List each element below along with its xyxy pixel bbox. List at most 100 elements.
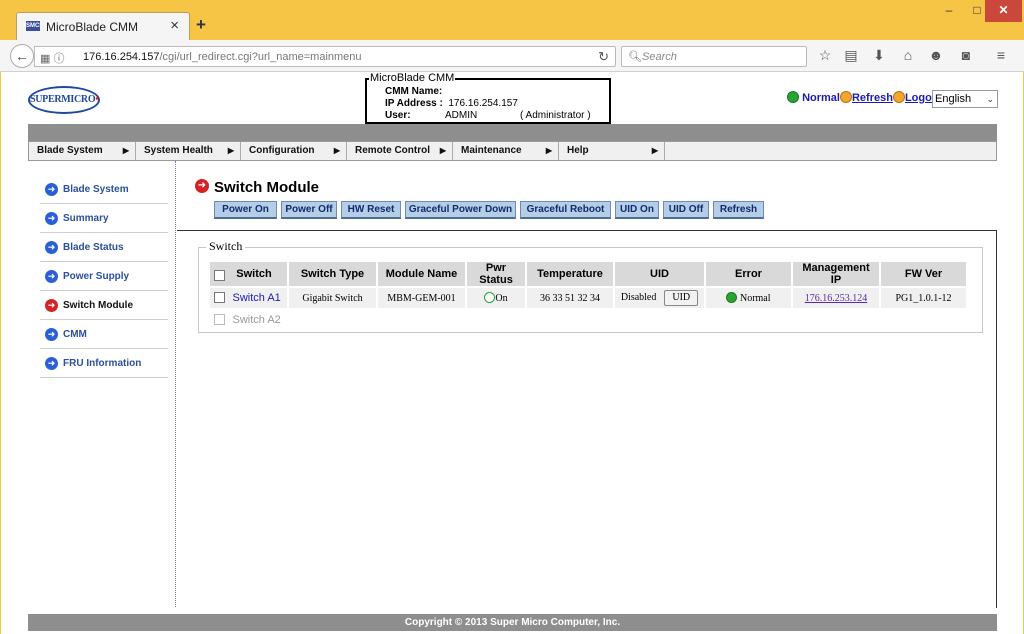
search-icon: 🔍︎ — [628, 51, 642, 63]
empty-cells — [289, 310, 966, 330]
power-on-button[interactable]: Power On — [214, 201, 277, 219]
header-management-ip: Management IP — [793, 262, 879, 286]
arrow-right-circle-icon: ➜ — [45, 270, 58, 283]
logout-icon[interactable] — [892, 91, 905, 103]
menu-help[interactable]: Help ▶ — [559, 142, 665, 160]
cell-management-ip: 176.16.253.124 — [793, 288, 879, 308]
close-tab-icon[interactable]: × — [170, 17, 179, 34]
uid-state: Disabled — [620, 292, 657, 303]
url-text: 176.16.254.157/cgi/url_redirect.cgi?url_… — [83, 51, 362, 63]
uid-off-button[interactable]: UID Off — [663, 201, 709, 219]
switch-label-disabled: Switch A2 — [232, 314, 281, 326]
new-tab-button[interactable]: + — [196, 15, 206, 35]
switch-link[interactable]: Switch A1 — [233, 292, 281, 304]
menu-blade-system[interactable]: Blade System ▶ — [29, 142, 136, 160]
menu-maintenance[interactable]: Maintenance ▶ — [453, 142, 559, 160]
download-icon[interactable]: ⬇ — [869, 47, 889, 64]
back-arrow-icon[interactable]: ← — [10, 44, 34, 68]
footer-copyright: Copyright © 2013 Super Micro Computer, I… — [28, 614, 997, 631]
menu-remote-control[interactable]: Remote Control ▶ — [347, 142, 453, 160]
status-text: Normal — [802, 92, 840, 104]
pwr-status-text: On — [495, 293, 508, 304]
sidebar-item-blade-status[interactable]: ➜ Blade Status — [40, 233, 168, 262]
minimize-button[interactable]: – — [934, 0, 964, 22]
graceful-power-down-button[interactable]: Graceful Power Down — [405, 201, 516, 219]
tab-title: MicroBlade CMM — [46, 20, 139, 34]
menu-label: Configuration — [249, 145, 315, 156]
graceful-reboot-button[interactable]: Graceful Reboot — [520, 201, 611, 219]
ip-address-label: IP Address : — [385, 98, 443, 109]
search-input[interactable]: 🔍︎ Search — [621, 46, 807, 67]
reload-icon[interactable]: ↻ — [598, 49, 609, 65]
sidebar-item-cmm[interactable]: ➜ CMM — [40, 320, 168, 349]
language-select[interactable]: English ⌄ — [932, 90, 998, 108]
uid-on-button[interactable]: UID On — [615, 201, 659, 219]
header-fw-ver: FW Ver — [881, 262, 966, 286]
ip-address-row: IP Address : 176.16.254.157 — [385, 98, 518, 109]
sidebar-item-summary[interactable]: ➜ Summary — [40, 204, 168, 233]
cell-pwr-status: On — [467, 288, 525, 308]
home-icon[interactable]: ⌂ — [898, 47, 918, 63]
select-all-checkbox[interactable] — [214, 269, 225, 281]
refresh-icon[interactable] — [839, 91, 852, 103]
arrow-right-circle-icon: ➜ — [45, 212, 58, 225]
url-path: /cgi/url_redirect.cgi?url_name=mainmenu — [159, 51, 362, 63]
menu-configuration[interactable]: Configuration ▶ — [241, 142, 347, 160]
table-header-row: Switch Switch Type Module Name Pwr Statu… — [210, 262, 966, 286]
header-temperature: Temperature — [527, 262, 613, 286]
cell-fw-ver: PG1_1.0.1-12 — [881, 288, 966, 308]
hw-reset-button[interactable]: HW Reset — [341, 201, 401, 219]
refresh-button[interactable]: Refresh — [713, 201, 764, 219]
sidebar-item-label: Blade System — [63, 184, 129, 195]
url-host: 176.16.254.157 — [83, 51, 160, 63]
header-switch: Switch — [210, 262, 287, 286]
row-checkbox-disabled — [214, 314, 225, 325]
cmm-name-label: CMM Name: — [385, 86, 443, 97]
close-window-button[interactable]: ✕ — [985, 0, 1022, 22]
menu-system-health[interactable]: System Health ▶ — [136, 142, 241, 160]
page: SUPERMICRO• MicroBlade CMM CMM Name: IP … — [0, 72, 1024, 634]
management-ip-link[interactable]: 176.16.253.124 — [805, 293, 868, 304]
header-switch-type: Switch Type — [289, 262, 376, 286]
pocket-icon[interactable]: ◙ — [956, 47, 976, 63]
power-off-button[interactable]: Power Off — [281, 201, 337, 219]
user-value: ADMIN — [445, 110, 478, 121]
bookmark-star-icon[interactable]: ☆ — [815, 47, 835, 64]
uid-toggle-button[interactable]: UID — [664, 290, 699, 306]
arrow-right-icon: ▶ — [545, 146, 552, 155]
sidebar-item-label: Power Supply — [63, 271, 130, 282]
sidebar-item-label: Summary — [63, 213, 109, 224]
chevron-down-icon: ⌄ — [986, 94, 994, 104]
hamburger-menu-icon[interactable]: ≡ — [991, 47, 1011, 63]
status-ok-icon — [726, 292, 738, 303]
url-bar[interactable]: ▦ ⓘ 176.16.254.157/cgi/url_redirect.cgi?… — [34, 46, 616, 67]
site-info-icon[interactable]: ▦ ⓘ — [40, 50, 64, 66]
sidebar: ➜ Blade System ➜ Summary ➜ Blade Status ➜ Po… — [28, 161, 176, 607]
main-menu-bar: Blade System ▶ System Health ▶ Configurati… — [28, 141, 997, 161]
arrow-right-circle-icon: ➜ — [195, 179, 209, 193]
arrow-right-circle-icon: ➜ — [45, 299, 58, 312]
system-status: Normal Refresh Logout — [787, 91, 942, 107]
sidebar-item-blade-system[interactable]: ➜ Blade System — [40, 175, 168, 204]
sidebar-item-power-supply[interactable]: ➜ Power Supply — [40, 262, 168, 291]
header-uid: UID — [615, 262, 704, 286]
header-error: Error — [706, 262, 791, 286]
browser-navbar: ← ▦ ⓘ 176.16.254.157/cgi/url_redirect.cg… — [0, 40, 1024, 72]
refresh-link[interactable]: Refresh — [852, 92, 893, 104]
sidebar-item-fru-information[interactable]: ➜ FRU Information — [40, 349, 168, 378]
browser-tab[interactable]: SMCI MicroBlade CMM × — [16, 12, 190, 40]
browser-window: SMCI MicroBlade CMM × + – □ ✕ ← ▦ ⓘ 176.… — [0, 0, 1024, 634]
switch-fieldset-legend: Switch — [206, 239, 246, 254]
user-role: ( Administrator ) — [520, 110, 591, 121]
row-checkbox[interactable] — [214, 292, 225, 303]
error-text: Normal — [739, 293, 771, 304]
chat-icon[interactable]: ☻ — [926, 47, 946, 63]
menu-label: Blade System — [37, 145, 103, 156]
ip-address-value: 176.16.254.157 — [448, 98, 518, 109]
header-pwr-status: Pwr Status — [467, 262, 525, 286]
sidebar-item-switch-module[interactable]: ➜ Switch Module — [40, 291, 168, 320]
cell-uid: Disabled UID — [615, 288, 704, 308]
sidebar-item-label: Switch Module — [63, 300, 133, 311]
menu-label: Help — [567, 145, 589, 156]
reading-list-icon[interactable]: ▤ — [841, 47, 861, 64]
